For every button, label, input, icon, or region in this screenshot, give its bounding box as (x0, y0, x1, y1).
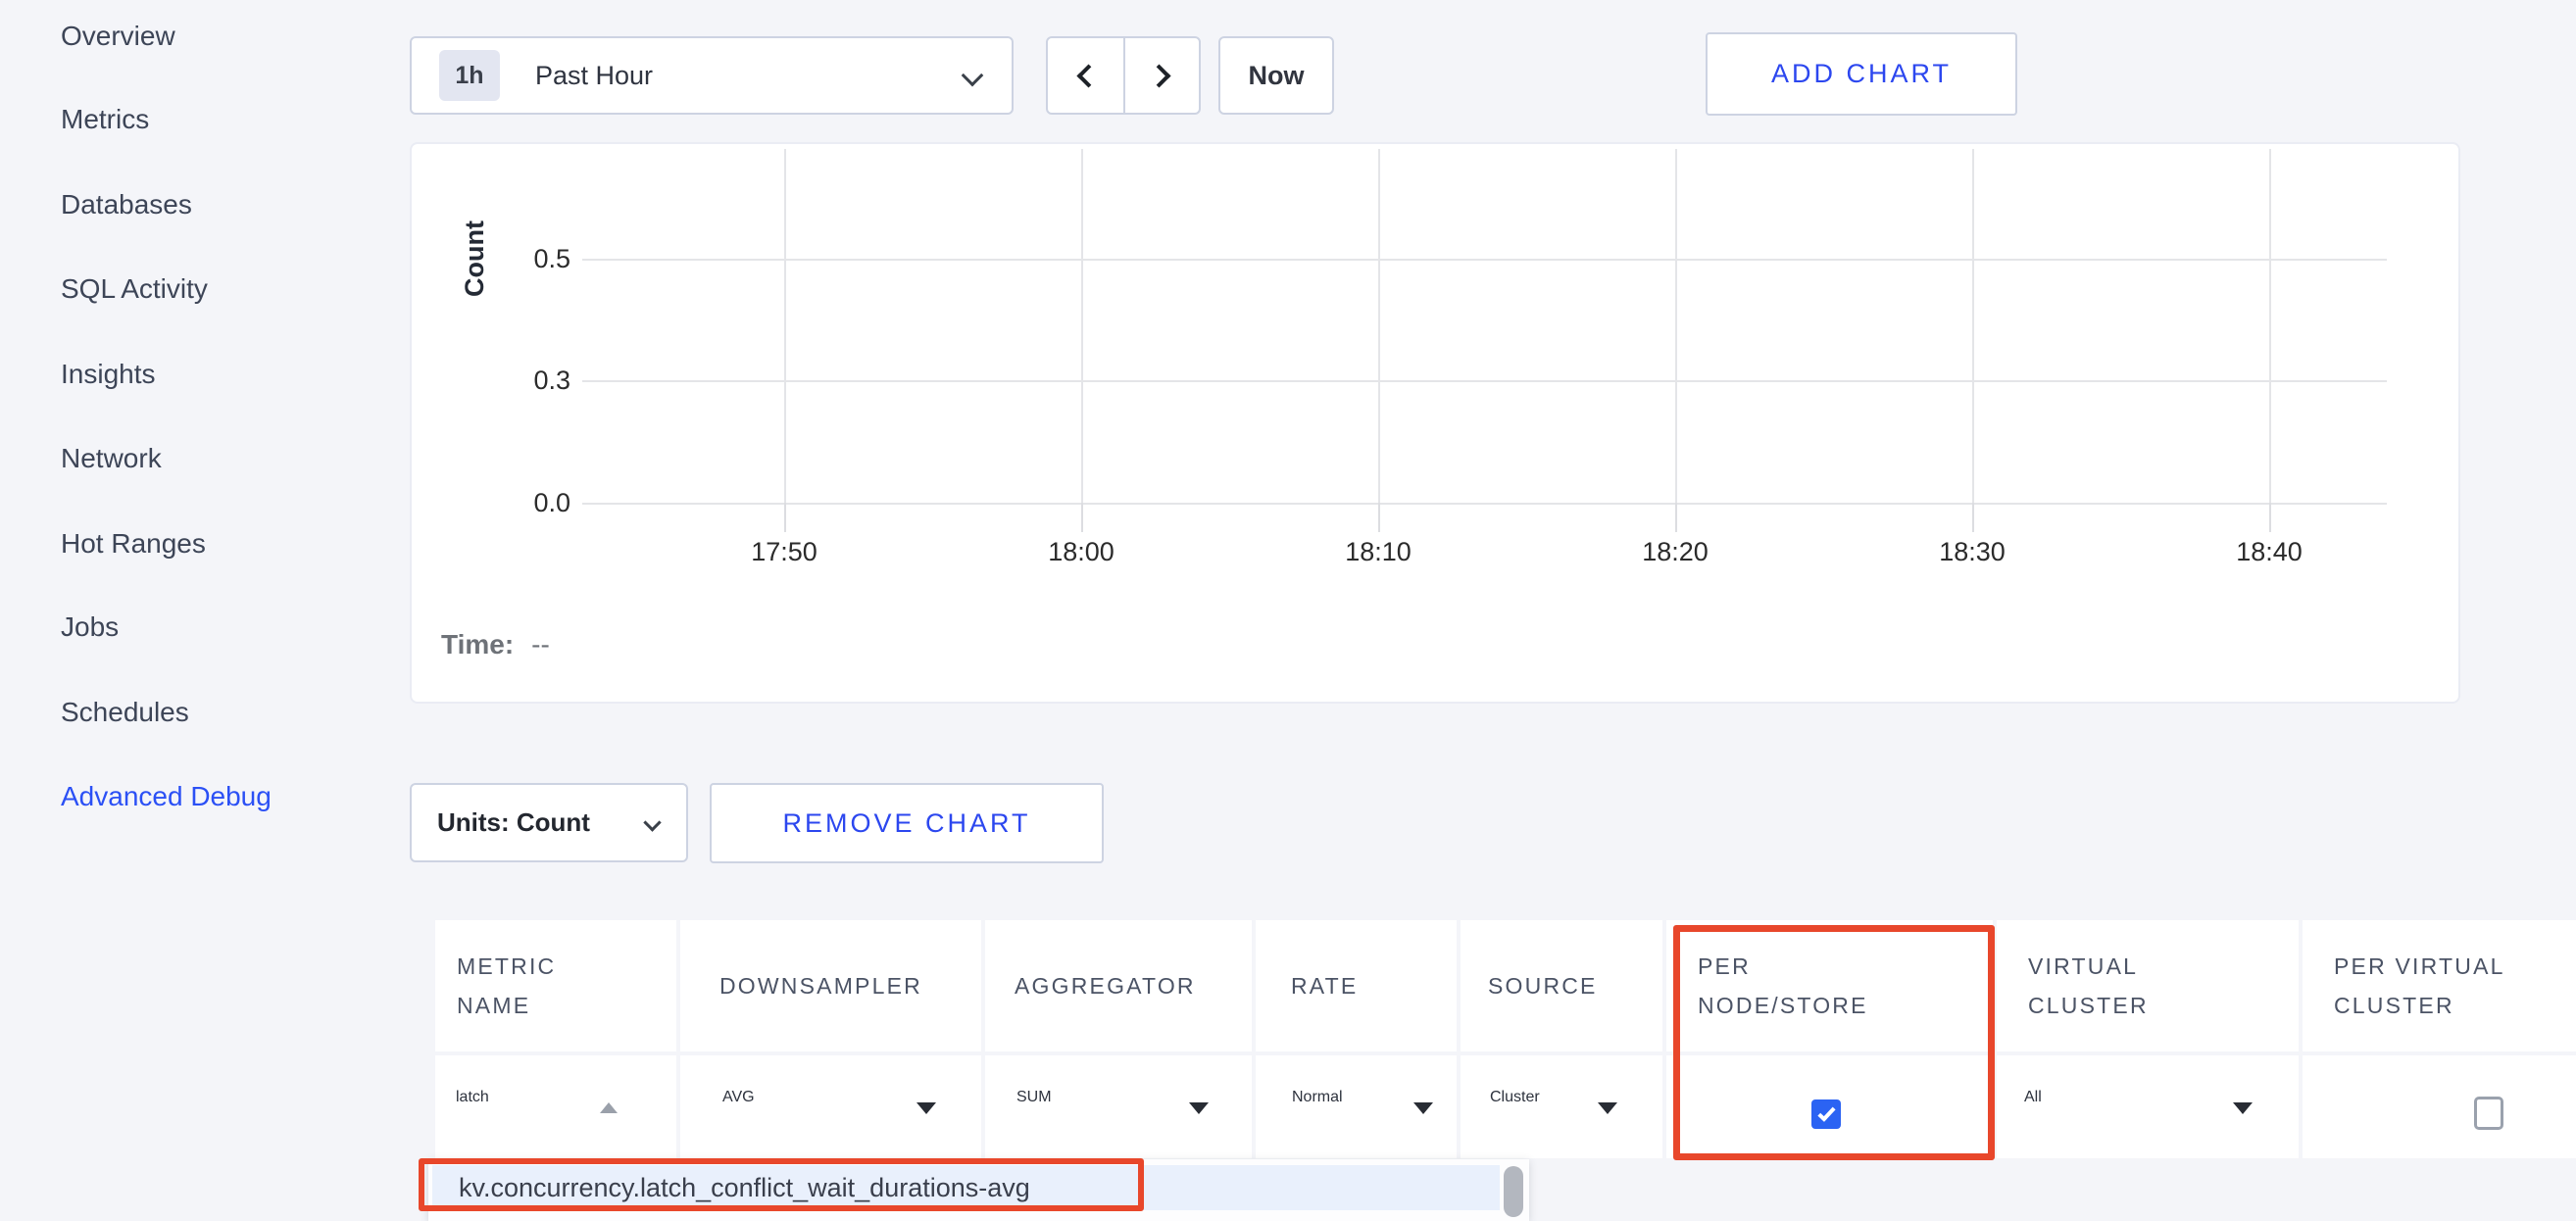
caret-down-icon[interactable] (1413, 1102, 1433, 1114)
units-select[interactable]: Units: Count (410, 783, 688, 862)
hover-time-readout: Time: -- (441, 629, 550, 660)
caret-down-icon[interactable] (2233, 1102, 2253, 1114)
caret-down-icon[interactable] (916, 1102, 936, 1114)
axis-tick (1378, 503, 1380, 532)
sidebar-item-metrics[interactable]: Metrics (61, 98, 149, 141)
virtual-cluster-cell[interactable] (1997, 1055, 2299, 1158)
x-tick-label: 18:30 (1904, 537, 2041, 567)
next-time-button[interactable] (1123, 38, 1199, 113)
per-node-store-checkbox[interactable] (1811, 1099, 1841, 1129)
sidebar-item-network[interactable]: Network (61, 437, 162, 480)
sidebar-item-schedules[interactable]: Schedules (61, 691, 189, 734)
caret-down-icon[interactable] (1189, 1102, 1209, 1114)
column-header-downsampler: DOWNSAMPLER (680, 920, 981, 1051)
x-tick-label: 18:40 (2201, 537, 2338, 567)
now-button[interactable]: Now (1218, 36, 1334, 115)
y-tick-label: 0.0 (480, 486, 570, 519)
chevron-down-icon (643, 813, 661, 831)
metric-name-cell[interactable] (435, 1055, 676, 1158)
chevron-left-icon (1076, 64, 1100, 87)
time-range-select[interactable]: 1h Past Hour (410, 36, 1014, 115)
caret-up-icon[interactable] (600, 1102, 618, 1113)
axis-tick (1972, 503, 1974, 532)
sidebar-item-jobs[interactable]: Jobs (61, 606, 119, 649)
gridline (2269, 149, 2271, 512)
dropdown-scrollbar-thumb[interactable] (1504, 1166, 1523, 1217)
column-header-virtual-cluster: VIRTUALCLUSTER (1997, 920, 2299, 1051)
axis-tick (1675, 503, 1677, 532)
gridline (582, 503, 2387, 505)
metric-suggestion-item[interactable]: kv.concurrency.latch_conflict_wait_durat… (432, 1165, 1500, 1210)
source-select-value[interactable]: Cluster (1490, 1089, 1540, 1106)
sidebar-item-hot-ranges[interactable]: Hot Ranges (61, 522, 206, 565)
gridline (1378, 149, 1380, 512)
y-tick-label: 0.3 (480, 364, 570, 397)
aggregator-select-value[interactable]: SUM (1016, 1089, 1052, 1106)
sidebar-item-advanced-debug[interactable]: Advanced Debug (61, 775, 272, 818)
advanced-debug-custom-chart-page: Overview Metrics Databases SQL Activity … (0, 0, 2576, 1221)
time-label: Time: (441, 629, 514, 659)
sidebar-item-databases[interactable]: Databases (61, 183, 192, 226)
caret-down-icon[interactable] (1598, 1102, 1617, 1114)
x-tick-label: 18:10 (1310, 537, 1447, 567)
chart-panel: Count 0.5 0.3 0.0 17:50 18:00 18:10 18:2… (410, 142, 2460, 704)
add-chart-button[interactable]: ADD CHART (1706, 32, 2017, 116)
metric-name-input[interactable]: latch (456, 1089, 489, 1106)
x-tick-label: 17:50 (716, 537, 853, 567)
aggregator-cell[interactable] (985, 1055, 1252, 1158)
gridline (1675, 149, 1677, 512)
time-step-buttons (1046, 36, 1201, 115)
gridline (1972, 149, 1974, 512)
column-header-per-virtual-cluster: PER VIRTUALCLUSTER (2303, 920, 2576, 1051)
gridline (784, 149, 786, 512)
y-tick-label: 0.5 (480, 242, 570, 275)
check-icon (1817, 1103, 1835, 1122)
metric-suggestion-dropdown: kv.concurrency.latch_conflict_wait_durat… (428, 1159, 1529, 1221)
column-header-rate: RATE (1256, 920, 1457, 1051)
prev-time-button[interactable] (1048, 38, 1123, 113)
remove-chart-button[interactable]: REMOVE CHART (710, 783, 1104, 863)
axis-tick (2269, 503, 2271, 532)
column-header-per-node-store: PERNODE/STORE (1666, 920, 1993, 1051)
column-header-aggregator: AGGREGATOR (985, 920, 1252, 1051)
time-value: -- (531, 629, 550, 659)
time-range-label: Past Hour (535, 61, 653, 91)
column-header-source: SOURCE (1461, 920, 1662, 1051)
virtual-cluster-select-value[interactable]: All (2024, 1089, 2042, 1106)
sidebar-item-sql-activity[interactable]: SQL Activity (61, 268, 208, 311)
units-label: Units: Count (437, 807, 590, 838)
chevron-down-icon (962, 65, 984, 87)
time-range-badge: 1h (439, 50, 500, 101)
x-tick-label: 18:00 (1013, 537, 1150, 567)
per-virtual-cluster-cell (2303, 1055, 2576, 1158)
gridline (582, 259, 2387, 261)
sidebar-item-insights[interactable]: Insights (61, 353, 156, 396)
downsampler-select-value[interactable]: AVG (722, 1089, 755, 1106)
column-header-metric-name: METRICNAME (435, 920, 676, 1051)
axis-tick (784, 503, 786, 532)
x-tick-label: 18:20 (1607, 537, 1744, 567)
gridline (1081, 149, 1083, 512)
sidebar-item-overview[interactable]: Overview (61, 15, 175, 58)
gridline (582, 380, 2387, 382)
rate-select-value[interactable]: Normal (1292, 1089, 1343, 1106)
axis-tick (1081, 503, 1083, 532)
source-cell[interactable] (1461, 1055, 1662, 1158)
per-virtual-cluster-checkbox[interactable] (2474, 1097, 2503, 1130)
chevron-right-icon (1147, 64, 1170, 87)
